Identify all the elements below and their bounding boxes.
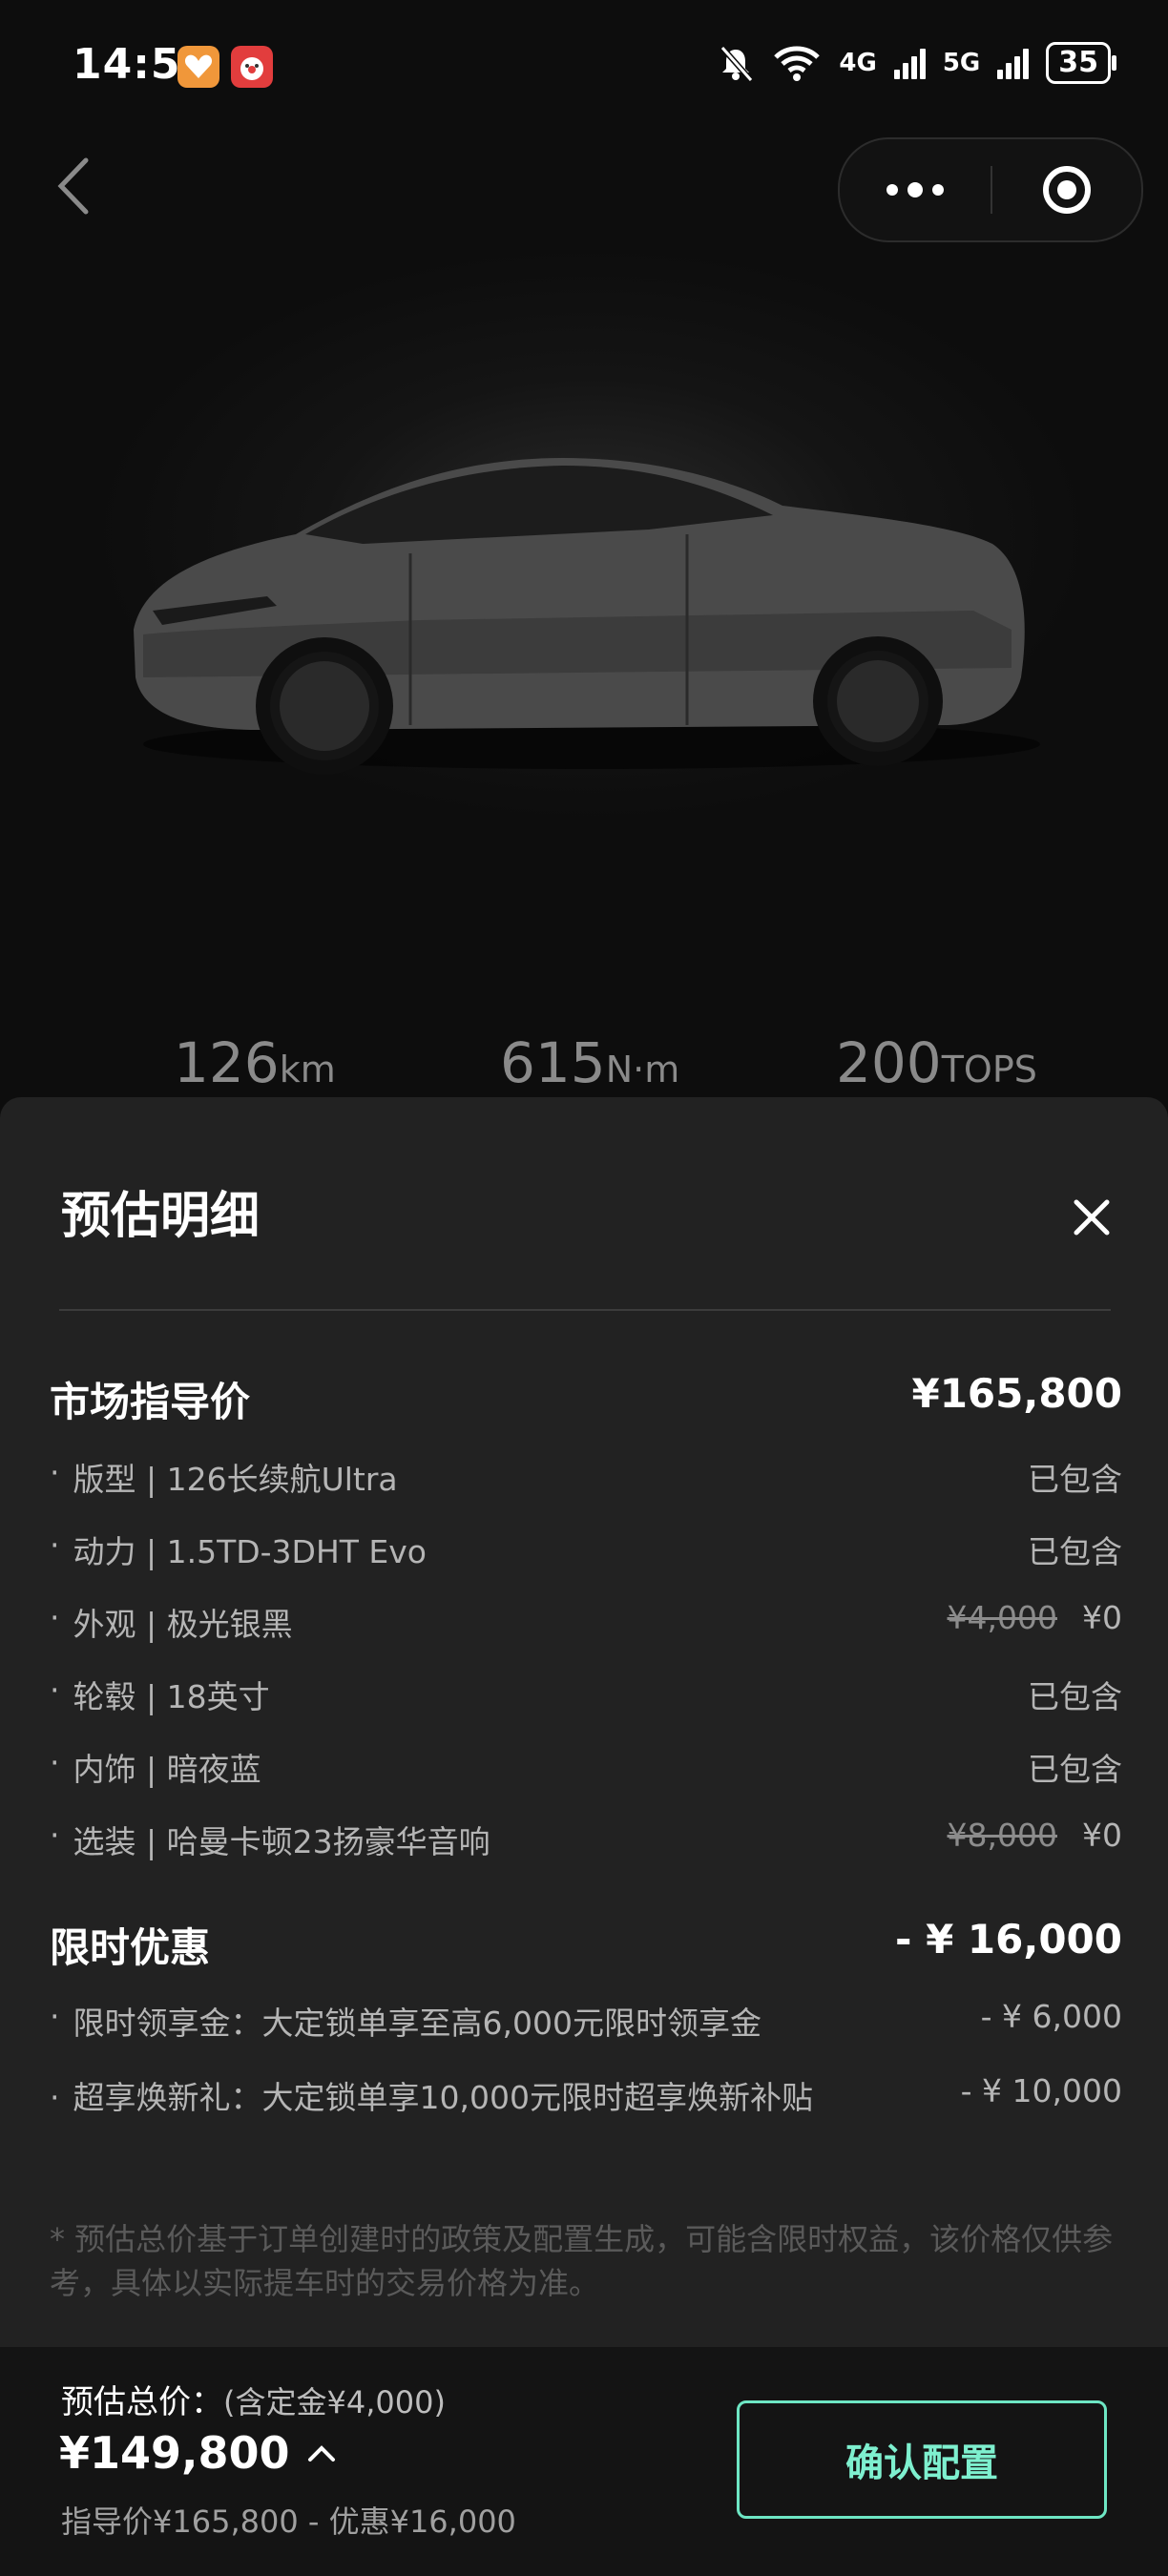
config-item-value: 已包含 bbox=[1028, 1751, 1122, 1788]
guide-price-row: 市场指导价 ¥165,800 bbox=[50, 1370, 1122, 1428]
network-4g-label: 4G bbox=[839, 49, 877, 77]
config-item-label: 版型 | 126长续航Ultra bbox=[73, 1461, 398, 1498]
discount-value: - ¥ 16,000 bbox=[895, 1916, 1122, 1963]
target-icon bbox=[1043, 166, 1091, 214]
config-item-value: 已包含 bbox=[1028, 1461, 1122, 1498]
status-bar: 14:56 4G 5G 35 bbox=[0, 0, 1168, 134]
config-item: · 版型 | 126长续航Ultra 已包含 bbox=[50, 1454, 1122, 1498]
close-button[interactable] bbox=[1065, 1191, 1118, 1244]
network-5g-label: 5G bbox=[942, 49, 981, 77]
discount-item-label: 超享焕新礼：大定锁单享10,000元限时超享焕新补贴 bbox=[73, 2079, 813, 2116]
discount-item: · 限时领享金：大定锁单享至高6,000元限时领享金 - ¥ 6,000 bbox=[50, 1998, 1122, 2042]
more-icon bbox=[886, 184, 898, 196]
price-disclaimer: * 预估总价基于订单创建时的政策及配置生成，可能含限时权益，该价格仅供参考，具体… bbox=[50, 2221, 1114, 2301]
mini-program-capsule bbox=[838, 137, 1143, 242]
config-item-label: 选装 | 哈曼卡顿23扬豪华音响 bbox=[73, 1823, 490, 1860]
discount-item: · 超享焕新礼：大定锁单享10,000元限时超享焕新补贴 - ¥ 10,000 bbox=[50, 2072, 1122, 2124]
total-label: 预估总价： bbox=[61, 2383, 223, 2421]
config-item-value: 已包含 bbox=[1028, 1678, 1122, 1715]
config-item: · 轮毂 | 18英寸 已包含 bbox=[50, 1672, 1122, 1715]
back-button[interactable] bbox=[48, 153, 105, 219]
deposit-note: (含定金¥4,000) bbox=[223, 2384, 446, 2420]
discount-row: 限时优惠 - ¥ 16,000 bbox=[50, 1916, 1122, 1974]
total-label-row: 预估总价：(含定金¥4,000) bbox=[61, 2376, 446, 2422]
guide-price-value: ¥165,800 bbox=[911, 1370, 1122, 1417]
mute-bell-icon bbox=[720, 46, 754, 82]
original-price: ¥8,000 bbox=[947, 1817, 1057, 1854]
total-price: ¥149,800 bbox=[59, 2427, 290, 2479]
chevron-up-icon bbox=[307, 2445, 335, 2462]
bottom-bar: 预估总价：(含定金¥4,000) ¥149,800 指导价¥165,800 - … bbox=[0, 2347, 1168, 2576]
config-item: · 动力 | 1.5TD-3DHT Evo 已包含 bbox=[50, 1527, 1122, 1570]
estimate-sheet: 预估明细 市场指导价 ¥165,800 · 版型 | 126长续航Ultra 已包… bbox=[0, 1097, 1168, 2347]
discount-label: 限时优惠 bbox=[50, 1924, 211, 1971]
config-item: · 外观 | 极光银黑 ¥4,000 ¥0 bbox=[50, 1599, 1122, 1643]
discount-item-label: 限时领享金：大定锁单享至高6,000元限时领享金 bbox=[73, 2005, 761, 2042]
config-item-value: ¥0 bbox=[1082, 1817, 1122, 1854]
config-item-label: 内饰 | 暗夜蓝 bbox=[73, 1751, 261, 1788]
car-image bbox=[134, 458, 1040, 775]
config-item: · 选装 | 哈曼卡顿23扬豪华音响 ¥8,000 ¥0 bbox=[50, 1817, 1122, 1860]
price-breakdown: 指导价¥165,800 - 优惠¥16,000 bbox=[61, 2503, 516, 2540]
confirm-config-button[interactable]: 确认配置 bbox=[737, 2400, 1107, 2519]
health-app-icon bbox=[177, 46, 219, 88]
signal-5g-icon bbox=[997, 47, 1030, 79]
wifi-icon bbox=[774, 46, 821, 81]
config-item: · 内饰 | 暗夜蓝 已包含 bbox=[50, 1744, 1122, 1788]
discount-item-value: - ¥ 6,000 bbox=[980, 1998, 1122, 2035]
sheet-divider bbox=[59, 1309, 1111, 1311]
battery-icon: 35 bbox=[1046, 42, 1116, 84]
config-item-value: ¥0 bbox=[1082, 1599, 1122, 1636]
more-button[interactable] bbox=[840, 139, 991, 240]
config-item-label: 轮毂 | 18英寸 bbox=[73, 1678, 270, 1715]
total-price-toggle[interactable]: ¥149,800 bbox=[59, 2427, 336, 2479]
spec-row: 126km 615N·m 200TOPS bbox=[0, 1030, 1168, 1107]
sheet-title: 预估明细 bbox=[61, 1188, 261, 1245]
spec-compute: 200TOPS bbox=[836, 1030, 1037, 1095]
chevron-left-icon bbox=[57, 157, 89, 215]
config-item-label: 动力 | 1.5TD-3DHT Evo bbox=[73, 1533, 428, 1570]
status-icons: 4G 5G 35 bbox=[717, 42, 1116, 84]
discount-item-value: - ¥ 10,000 bbox=[960, 2072, 1122, 2109]
guide-price-label: 市场指导价 bbox=[50, 1379, 251, 1425]
close-icon bbox=[1074, 1199, 1110, 1236]
clown-app-icon bbox=[231, 46, 273, 88]
original-price: ¥4,000 bbox=[947, 1599, 1057, 1636]
spec-torque: 615N·m bbox=[500, 1030, 680, 1095]
config-item-value: 已包含 bbox=[1028, 1533, 1122, 1570]
spec-range: 126km bbox=[174, 1030, 336, 1095]
config-item-label: 外观 | 极光银黑 bbox=[73, 1606, 293, 1643]
close-mini-program-button[interactable] bbox=[992, 139, 1141, 240]
signal-4g-icon bbox=[893, 47, 926, 79]
